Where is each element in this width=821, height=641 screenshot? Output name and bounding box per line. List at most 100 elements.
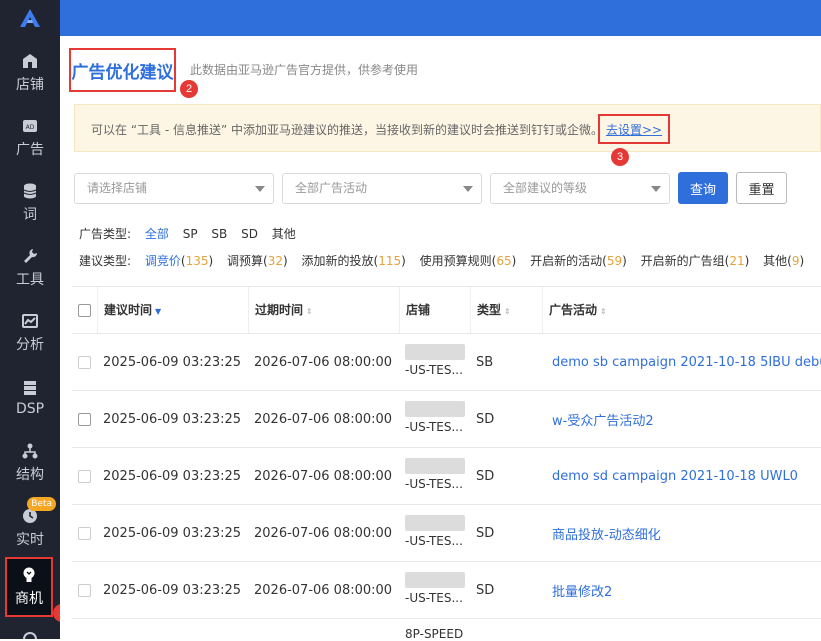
nav-item-ad[interactable]: AD 广告 [0,105,60,170]
cell-expire-time: 2026-07-06 08:00:00 [254,526,393,541]
cell-campaign: w-受众广告活动2 [552,391,821,448]
suggest-type-count: 59 [606,254,623,268]
cell-suggest-time: 2025-06-09 03:23:25 [103,355,242,370]
suggest-type-targeting[interactable]: 添加新的投放(115) [302,254,406,268]
suggest-type-other[interactable]: 其他(9) [763,254,804,268]
row-checkbox[interactable] [78,527,91,540]
redacted-store-name [405,401,465,417]
reset-button[interactable]: 重置 [736,172,787,204]
header-expire-time[interactable]: 过期时间 ⇕ [249,287,400,333]
header-campaign[interactable]: 广告活动 ⇕ [543,287,821,333]
ad-type-sp[interactable]: SP [183,227,198,241]
nav-item-realtime[interactable]: Beta 实时 [0,495,60,560]
annotation-badge-3: 3 [611,148,629,166]
chart-icon [22,313,38,328]
table-row[interactable]: 2025-06-09 03:23:25 2026-07-06 08:00:00 … [72,333,821,390]
logo-icon [20,9,40,27]
query-button[interactable]: 查询 [678,172,728,204]
cell-store: -US-TES... [405,334,471,391]
nav-item-dsp[interactable]: DSP [0,365,60,430]
table-row[interactable]: 2025-06-09 03:23:25 2026-07-06 08:00:00 … [72,504,821,561]
cell-expire-time: 2026-07-06 08:00:00 [254,469,393,484]
campaign-link[interactable]: 批量修改2 [552,581,612,600]
svg-text:AD: AD [26,124,35,131]
row-checkbox[interactable] [78,356,91,369]
server-icon [24,380,36,395]
suggest-type-new-adgroup[interactable]: 开启新的广告组(21) [641,254,750,268]
level-select[interactable]: 全部建议的等级 [490,173,670,204]
cell-campaign: 商品投放-动态细化 [552,505,821,562]
store-select[interactable]: 请选择店铺 [74,173,274,204]
suggest-type-name: 使用预算规则 [419,254,492,268]
chevron-down-icon [651,186,661,192]
cell-store-text: -US-TES... [405,363,463,377]
suggest-type-name: 调竞价 [144,254,181,268]
annotation-badge-2: 2 [180,80,198,98]
campaign-link[interactable]: w-受众广告活动2 [552,410,654,429]
campaign-select[interactable]: 全部广告活动 [282,173,482,204]
suggest-type-new-campaign[interactable]: 开启新的活动(59) [530,254,627,268]
cell-store-text: -US-TES... [405,591,463,605]
header-suggest-time-label: 建议时间 [104,303,153,317]
redacted-store-name [405,458,465,474]
suggest-type-name: 开启新的活动 [530,254,603,268]
row-checkbox[interactable] [78,413,91,426]
ad-type-sd[interactable]: SD [241,227,258,241]
suggest-type-name: 调预算 [227,254,264,268]
ad-type-all[interactable]: 全部 [145,227,169,241]
suggest-type-count: 32 [267,254,283,268]
row-checkbox[interactable] [78,584,91,597]
partial-nav-icon [23,632,37,639]
campaign-link[interactable]: 商品投放-动态细化 [552,524,661,543]
nav-label-opportunity: 商机 [15,591,43,607]
suggest-type-budget[interactable]: 调预算(32) [227,254,288,268]
header-type[interactable]: 类型 ⇕ [471,287,543,333]
cell-type: SB [476,355,494,370]
cell-store-text: -US-TES... [405,420,463,434]
cell-campaign: demo sd campaign 2021-10-18 UWL0 [552,448,821,505]
nav-item-structure[interactable]: 结构 [0,430,60,495]
nav-item-keywords[interactable]: 词 [0,170,60,235]
campaign-select-placeholder: 全部广告活动 [295,181,368,195]
nav-item-analysis[interactable]: 分析 [0,300,60,365]
sort-desc-icon: ▼ [155,307,162,316]
structure-icon [22,443,38,458]
suggest-type-bid[interactable]: 调竞价(135) [145,254,213,268]
top-bar [60,0,821,36]
notice-banner: 可以在 “工具 - 信息推送” 中添加亚马逊建议的推送，当接收到新的建议时会推送… [74,104,821,152]
row-checkbox[interactable] [78,470,91,483]
cell-campaign: demo sb campaign 2021-10-18 5IBU debug- [552,334,821,391]
suggest-type-name: 其他 [763,254,788,268]
ad-type-sb[interactable]: SB [211,227,227,241]
redacted-store-name [405,344,465,360]
cell-store: -US-TES... [405,505,471,562]
suggest-type-budget-rule[interactable]: 使用预算规则(65) [420,254,517,268]
nav-label-keywords: 词 [23,206,37,223]
campaign-link[interactable]: demo sd campaign 2021-10-18 UWL0 [552,469,798,484]
suggest-type-count: 65 [496,254,512,268]
header-suggest-time[interactable]: 建议时间 ▼ [98,287,249,333]
table-row[interactable]: 2025-06-09 03:23:25 2026-07-06 08:00:00 … [72,390,821,447]
campaign-link[interactable]: demo sb campaign 2021-10-18 5IBU debug- [552,355,821,370]
row-checkbox-cell [78,562,91,619]
header-type-label: 类型 [477,303,502,317]
nav-item-store[interactable]: 店铺 [0,40,60,105]
database-icon [23,183,37,198]
store-select-placeholder: 请选择店铺 [87,181,148,195]
nav-item-tools[interactable]: 工具 [0,235,60,300]
suggest-type-count: 21 [729,254,745,268]
notice-settings-link[interactable]: 去设置>> [598,114,670,144]
header-checkbox-cell [72,287,98,333]
ad-type-other[interactable]: 其他 [272,227,296,241]
nav-label-realtime: 实时 [16,531,44,548]
cell-type: SD [476,526,495,541]
table-row[interactable]: 2025-06-09 03:23:25 2026-07-06 08:00:00 … [72,447,821,504]
nav-item-opportunity[interactable]: 商机 [5,557,53,617]
select-all-checkbox[interactable] [78,303,91,317]
table-row[interactable]: 2025-06-09 03:23:25 2026-07-06 08:00:00 … [72,561,821,618]
suggest-type-count: 135 [185,254,209,268]
app-logo[interactable] [0,0,60,36]
cell-store-text: -US-TES... [405,534,463,548]
redacted-store-name [405,572,465,588]
cell-type: SD [476,583,495,598]
